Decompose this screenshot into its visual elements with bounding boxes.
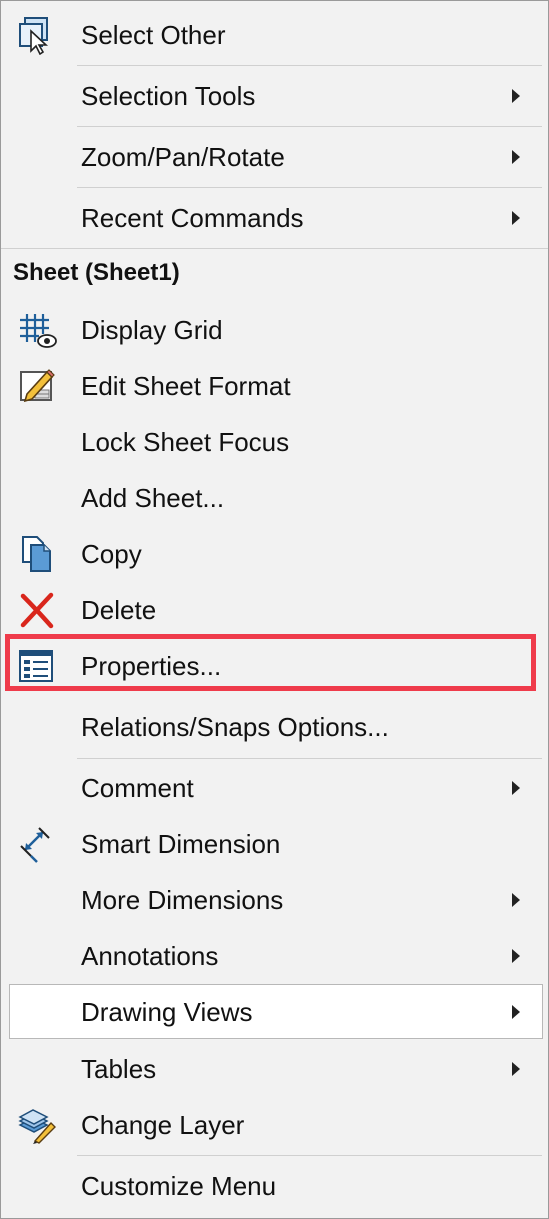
edit-sheet-format-icon bbox=[15, 364, 59, 408]
submenu-arrow-icon bbox=[512, 949, 520, 963]
context-menu: Select Other Selection Tools Zoom/Pan/Ro… bbox=[0, 0, 549, 1219]
separator bbox=[77, 65, 542, 66]
menu-item-label: Select Other bbox=[81, 19, 226, 50]
submenu-arrow-icon bbox=[512, 150, 520, 164]
menu-item-more-dimensions[interactable]: More Dimensions bbox=[1, 872, 548, 928]
menu-item-lock-sheet-focus[interactable]: Lock Sheet Focus bbox=[1, 415, 548, 469]
menu-item-delete[interactable]: Delete bbox=[1, 583, 548, 637]
separator bbox=[1, 248, 548, 249]
menu-item-zoom-pan-rotate[interactable]: Zoom/Pan/Rotate bbox=[1, 128, 548, 186]
menu-item-label: Drawing Views bbox=[81, 996, 253, 1027]
menu-item-recent-commands[interactable]: Recent Commands bbox=[1, 189, 548, 247]
menu-item-label: Add Sheet... bbox=[81, 482, 225, 513]
menu-item-properties[interactable]: Properties... bbox=[1, 639, 548, 693]
menu-item-smart-dimension[interactable]: Smart Dimension bbox=[1, 816, 548, 872]
smart-dimension-icon bbox=[15, 822, 59, 866]
menu-item-tables[interactable]: Tables bbox=[1, 1041, 548, 1097]
menu-item-label: Delete bbox=[81, 594, 157, 625]
menu-item-label: Edit Sheet Format bbox=[81, 370, 291, 401]
menu-item-label: Selection Tools bbox=[81, 80, 256, 111]
submenu-arrow-icon bbox=[512, 781, 520, 795]
section-header-sheet: Sheet (Sheet1) bbox=[1, 259, 548, 291]
submenu-arrow-icon bbox=[512, 89, 520, 103]
menu-item-customize-menu[interactable]: Customize Menu bbox=[1, 1158, 548, 1214]
menu-item-label: Annotations bbox=[81, 940, 219, 971]
menu-item-label: Properties... bbox=[81, 650, 222, 681]
submenu-arrow-icon bbox=[512, 1062, 520, 1076]
menu-item-select-other[interactable]: Select Other bbox=[1, 7, 548, 63]
menu-item-label: Zoom/Pan/Rotate bbox=[81, 141, 285, 172]
menu-item-label: Comment bbox=[81, 772, 194, 803]
delete-icon bbox=[15, 588, 59, 632]
menu-item-label: Copy bbox=[81, 538, 142, 569]
separator bbox=[77, 1155, 542, 1156]
menu-item-drawing-views[interactable]: Drawing Views bbox=[1, 984, 548, 1040]
menu-item-label: More Dimensions bbox=[81, 884, 284, 915]
menu-item-change-layer[interactable]: Change Layer bbox=[1, 1097, 548, 1153]
submenu-arrow-icon bbox=[512, 211, 520, 225]
copy-icon bbox=[15, 532, 59, 576]
menu-item-relations-snaps-options[interactable]: Relations/Snaps Options... bbox=[1, 699, 548, 755]
menu-item-comment[interactable]: Comment bbox=[1, 760, 548, 816]
separator bbox=[77, 758, 542, 759]
menu-item-label: Recent Commands bbox=[81, 202, 304, 233]
menu-item-selection-tools[interactable]: Selection Tools bbox=[1, 67, 548, 125]
submenu-arrow-icon bbox=[512, 1005, 520, 1019]
submenu-arrow-icon bbox=[512, 893, 520, 907]
separator bbox=[77, 187, 542, 188]
menu-item-label: Change Layer bbox=[81, 1109, 245, 1140]
change-layer-icon bbox=[15, 1103, 59, 1147]
menu-item-label: Tables bbox=[81, 1053, 157, 1084]
properties-icon bbox=[15, 644, 59, 688]
menu-item-label: Smart Dimension bbox=[81, 828, 281, 859]
section-header-label: Sheet (Sheet1) bbox=[13, 259, 180, 286]
menu-item-display-grid[interactable]: Display Grid bbox=[1, 303, 548, 357]
separator bbox=[77, 126, 542, 127]
menu-item-label: Customize Menu bbox=[81, 1170, 277, 1201]
menu-item-annotations[interactable]: Annotations bbox=[1, 928, 548, 984]
menu-item-edit-sheet-format[interactable]: Edit Sheet Format bbox=[1, 359, 548, 413]
select-other-icon bbox=[15, 13, 59, 57]
menu-item-label: Relations/Snaps Options... bbox=[81, 711, 389, 742]
menu-item-label: Display Grid bbox=[81, 314, 223, 345]
menu-item-label: Lock Sheet Focus bbox=[81, 426, 290, 457]
menu-item-add-sheet[interactable]: Add Sheet... bbox=[1, 471, 548, 525]
display-grid-icon bbox=[15, 308, 59, 352]
menu-item-copy[interactable]: Copy bbox=[1, 527, 548, 581]
